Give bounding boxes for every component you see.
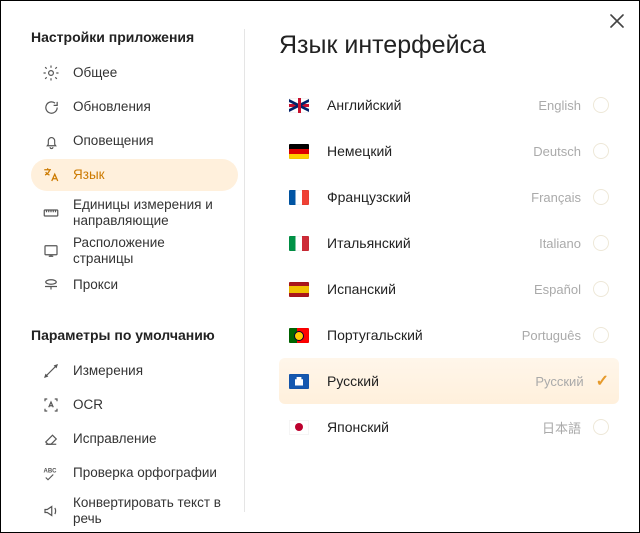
nav-label: Расположение страницы <box>73 235 228 266</box>
lang-item-italian[interactable]: Итальянский Italiano <box>279 220 619 266</box>
flag-uk-icon <box>289 98 309 113</box>
sidebar-section-defaults: Параметры по умолчанию <box>31 327 238 343</box>
lang-item-japanese[interactable]: Японский 日本語 <box>279 404 619 450</box>
sidebar-item-notifications[interactable]: Оповещения <box>31 125 238 157</box>
sidebar-item-pagelayout[interactable]: Расположение страницы <box>31 235 238 267</box>
flag-ru-icon <box>289 374 309 389</box>
close-icon <box>610 14 624 28</box>
sidebar-item-updates[interactable]: Обновления <box>31 91 238 123</box>
nav-label: Исправление <box>73 431 228 447</box>
radio-unchecked <box>593 189 609 205</box>
lang-native: Немецкий <box>327 143 533 159</box>
lang-endonym: Русский <box>535 374 583 389</box>
lang-item-french[interactable]: Французский Français <box>279 174 619 220</box>
lang-endonym: Português <box>522 328 581 343</box>
radio-unchecked <box>593 143 609 159</box>
settings-modal: Настройки приложения Общее Обновления Оп… <box>0 0 640 533</box>
nav-label: Единицы измерения и направляющие <box>73 197 228 228</box>
flag-pt-icon <box>289 328 309 343</box>
proxy-icon <box>41 275 61 295</box>
lang-native: Испанский <box>327 281 534 297</box>
lang-native: Французский <box>327 189 531 205</box>
lang-endonym: Français <box>531 190 581 205</box>
check-icon: ✓ <box>596 371 609 391</box>
sidebar: Настройки приложения Общее Обновления Оп… <box>31 29 244 512</box>
nav-label: Общее <box>73 65 228 81</box>
flag-de-icon <box>289 144 309 159</box>
lang-endonym: 日本語 <box>542 418 581 437</box>
lang-item-english[interactable]: Английский English <box>279 82 619 128</box>
measure-icon <box>41 361 61 381</box>
radio-unchecked <box>593 281 609 297</box>
lang-item-portuguese[interactable]: Португальский Português <box>279 312 619 358</box>
translate-icon <box>41 165 61 185</box>
lang-native: Португальский <box>327 327 522 343</box>
lang-native: Русский <box>327 373 535 389</box>
flag-jp-icon <box>289 420 309 435</box>
sidebar-item-correction[interactable]: Исправление <box>31 423 238 455</box>
lang-endonym: Deutsch <box>533 144 581 159</box>
flag-es-icon <box>289 282 309 297</box>
sidebar-item-general[interactable]: Общее <box>31 57 238 89</box>
eraser-icon <box>41 429 61 449</box>
sidebar-item-language[interactable]: Язык <box>31 159 238 191</box>
language-list: Английский English Немецкий Deutsch Фран… <box>279 82 619 512</box>
sidebar-section-app: Настройки приложения <box>31 29 238 45</box>
page-title: Язык интерфейса <box>279 31 619 60</box>
nav-label: Прокси <box>73 277 228 293</box>
main-panel: Язык интерфейса Английский English Немец… <box>245 29 619 512</box>
sidebar-item-proxy[interactable]: Прокси <box>31 269 238 301</box>
flag-fr-icon <box>289 190 309 205</box>
lang-item-german[interactable]: Немецкий Deutsch <box>279 128 619 174</box>
radio-unchecked <box>593 419 609 435</box>
nav-label: Оповещения <box>73 133 228 149</box>
lang-endonym: Italiano <box>539 236 581 251</box>
nav-label: Обновления <box>73 99 228 115</box>
lang-item-spanish[interactable]: Испанский Español <box>279 266 619 312</box>
radio-unchecked <box>593 235 609 251</box>
gear-icon <box>41 63 61 83</box>
lang-native: Итальянский <box>327 235 539 251</box>
bell-icon <box>41 131 61 151</box>
spellcheck-icon: ABC <box>41 463 61 483</box>
svg-text:ABC: ABC <box>44 468 58 474</box>
close-button[interactable] <box>607 11 627 31</box>
nav-label: Измерения <box>73 363 228 379</box>
lang-endonym: Español <box>534 282 581 297</box>
nav-label: Язык <box>73 167 228 183</box>
nav-label: Проверка орфографии <box>73 465 228 481</box>
sidebar-item-ocr[interactable]: OCR <box>31 389 238 421</box>
lang-native: Японский <box>327 419 542 435</box>
lang-item-russian[interactable]: Русский Русский ✓ <box>279 358 619 404</box>
megaphone-icon <box>41 501 61 521</box>
sidebar-item-units[interactable]: Единицы измерения и направляющие <box>31 193 238 233</box>
ruler-icon <box>41 203 61 223</box>
flag-it-icon <box>289 236 309 251</box>
radio-unchecked <box>593 97 609 113</box>
lang-native: Английский <box>327 97 538 113</box>
radio-unchecked <box>593 327 609 343</box>
sidebar-item-tts[interactable]: Конвертировать текст в речь <box>31 491 238 531</box>
nav-label: Конвертировать текст в речь <box>73 495 228 526</box>
ocr-icon <box>41 395 61 415</box>
nav-label: OCR <box>73 397 228 413</box>
sidebar-item-measure[interactable]: Измерения <box>31 355 238 387</box>
layout-icon <box>41 241 61 261</box>
lang-endonym: English <box>538 98 581 113</box>
sidebar-item-spellcheck[interactable]: ABC Проверка орфографии <box>31 457 238 489</box>
refresh-icon <box>41 97 61 117</box>
